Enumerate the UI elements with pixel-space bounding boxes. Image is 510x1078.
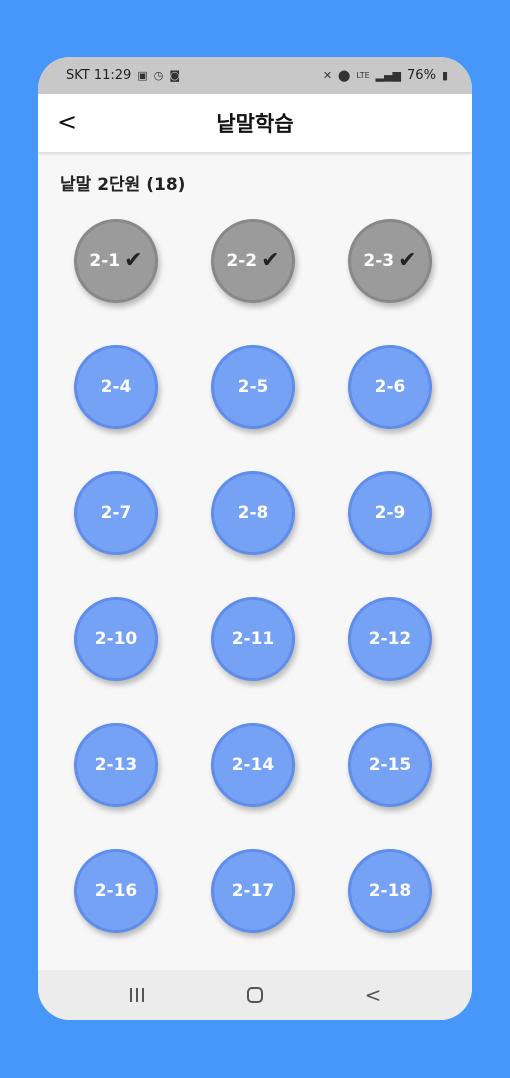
lesson-label: 2-13 <box>94 755 138 775</box>
phone-frame: SKT 11:29 ▣ ◷ ◙ ✕ ⬤ LTE ▂▄▆ 76% ▮ < 낱말학습… <box>38 57 472 1020</box>
status-bar: SKT 11:29 ▣ ◷ ◙ ✕ ⬤ LTE ▂▄▆ 76% ▮ <box>38 57 472 94</box>
lte-icon: LTE <box>356 71 370 80</box>
lesson-button[interactable]: 2-18 <box>348 849 432 933</box>
lesson-button[interactable]: 2-9 <box>348 471 432 555</box>
home-icon <box>247 987 263 1003</box>
lesson-button[interactable]: 2-10 <box>74 597 158 681</box>
battery-icon: ▮ <box>441 69 448 82</box>
lesson-button[interactable]: 2-15 <box>348 723 432 807</box>
app-bar: < 낱말학습 <box>38 94 472 152</box>
battery-level: 76% <box>407 68 436 83</box>
recents-icon <box>130 988 144 1002</box>
signal-icon: ▂▄▆ <box>375 69 402 82</box>
image-icon: ▣ <box>137 69 148 82</box>
lesson-label: 2-15 <box>368 755 412 775</box>
lesson-label: 2-16 <box>94 881 138 901</box>
checkmark-icon: ✔ <box>261 248 280 273</box>
lesson-button[interactable]: 2-14 <box>211 723 295 807</box>
lesson-label: 2-7 <box>100 503 132 523</box>
recents-button[interactable] <box>107 975 167 1015</box>
alarm-icon: ◷ <box>153 69 164 82</box>
lesson-button[interactable]: 2-7 <box>74 471 158 555</box>
lesson-button[interactable]: 2-11 <box>211 597 295 681</box>
lesson-button[interactable]: 2-1 ✔ <box>74 219 158 303</box>
lesson-button[interactable]: 2-3 ✔ <box>348 219 432 303</box>
status-left: SKT 11:29 ▣ ◷ ◙ <box>66 68 180 83</box>
lesson-button[interactable]: 2-5 <box>211 345 295 429</box>
checkmark-icon: ✔ <box>124 248 143 273</box>
lesson-label: 2-4 <box>100 377 132 397</box>
lesson-button[interactable]: 2-16 <box>74 849 158 933</box>
lesson-label: 2-5 <box>237 377 269 397</box>
chevron-left-icon: < <box>56 108 78 136</box>
lesson-label: 2-18 <box>368 881 412 901</box>
lesson-button[interactable]: 2-4 <box>74 345 158 429</box>
lesson-label: 2-11 <box>231 629 275 649</box>
location-icon: ⬤ <box>338 69 351 82</box>
checkmark-icon: ✔ <box>398 248 417 273</box>
lesson-label: 2-10 <box>94 629 138 649</box>
lesson-grid: 2-1 ✔ 2-2 ✔ 2-3 ✔ 2-4 2-5 2-6 2-7 2-8 2-9 2-10 2-11 2-… <box>74 219 436 939</box>
lesson-button[interactable]: 2-12 <box>348 597 432 681</box>
notification-icon: ◙ <box>169 69 181 82</box>
lesson-label: 2-12 <box>368 629 412 649</box>
lesson-label: 2-6 <box>374 377 406 397</box>
mute-icon: ✕ <box>322 69 333 82</box>
lesson-button[interactable]: 2-17 <box>211 849 295 933</box>
lesson-button[interactable]: 2-2 ✔ <box>211 219 295 303</box>
lesson-label: 2-2 <box>226 251 258 271</box>
lesson-label: 2-14 <box>231 755 275 775</box>
lesson-label: 2-8 <box>237 503 269 523</box>
home-button[interactable] <box>225 975 285 1015</box>
status-right: ✕ ⬤ LTE ▂▄▆ 76% ▮ <box>323 68 448 83</box>
page-title: 낱말학습 <box>216 112 294 136</box>
back-button[interactable]: < <box>52 107 82 137</box>
lesson-label: 2-1 <box>89 251 121 271</box>
section-title: 낱말 2단원 (18) <box>60 175 186 195</box>
lesson-label: 2-3 <box>363 251 395 271</box>
system-nav-bar: < <box>38 970 472 1020</box>
lesson-button[interactable]: 2-13 <box>74 723 158 807</box>
lesson-label: 2-17 <box>231 881 275 901</box>
lesson-label: 2-9 <box>374 503 406 523</box>
back-icon: < <box>364 983 382 1007</box>
carrier-time: SKT 11:29 <box>66 68 132 83</box>
lesson-button[interactable]: 2-6 <box>348 345 432 429</box>
lesson-button[interactable]: 2-8 <box>211 471 295 555</box>
system-back-button[interactable]: < <box>343 975 403 1015</box>
